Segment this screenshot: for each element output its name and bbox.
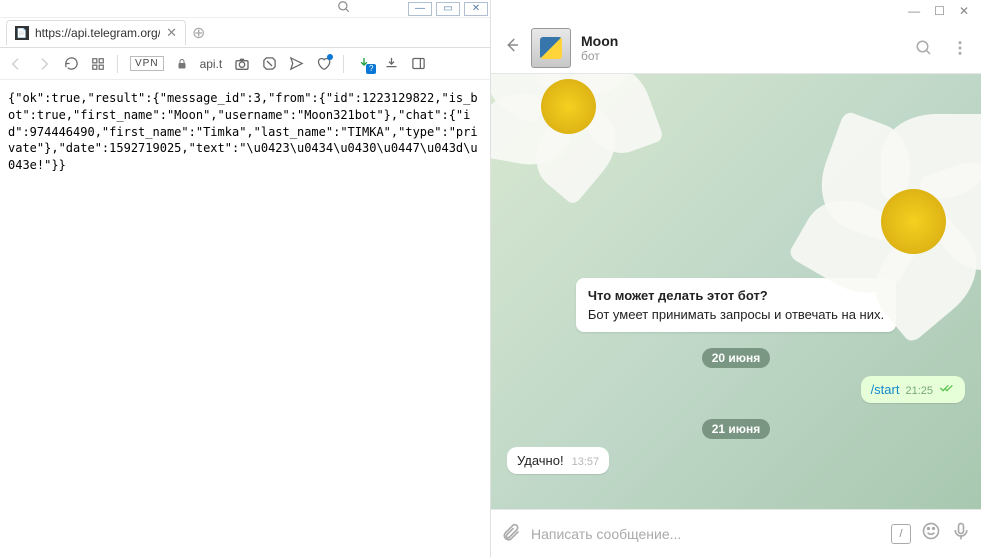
chat-header: Moon бот bbox=[491, 22, 981, 74]
json-response-body[interactable]: {"ok":true,"result":{"message_id":3,"fro… bbox=[0, 80, 490, 557]
address-text[interactable]: api.t bbox=[200, 57, 223, 71]
telegram-window-controls: — ☐ ✕ bbox=[491, 0, 981, 22]
attach-icon[interactable] bbox=[501, 521, 521, 546]
reload-button[interactable] bbox=[64, 56, 79, 71]
bot-card-body: Бот умеет принимать запросы и отвечать н… bbox=[588, 307, 884, 322]
emoji-icon[interactable] bbox=[921, 521, 941, 546]
chat-body[interactable]: Что может делать этот бот? Бот умеет при… bbox=[491, 74, 981, 509]
chat-input-bar: Написать сообщение... / bbox=[491, 509, 981, 557]
browser-tab-row: 📄 https://api.telegram.org/bo ✕ ⊕ bbox=[0, 18, 490, 48]
file-icon: 📄 bbox=[15, 26, 29, 40]
divider bbox=[117, 55, 118, 73]
sidebar-icon[interactable] bbox=[411, 56, 426, 71]
message-input[interactable]: Написать сообщение... bbox=[531, 526, 881, 542]
chat-subtitle: бот bbox=[581, 49, 897, 63]
search-icon[interactable] bbox=[337, 0, 351, 17]
message-incoming[interactable]: Удачно! 13:57 bbox=[507, 447, 609, 474]
browser-toolbar: VPN api.t ? bbox=[0, 48, 490, 80]
date-separator: 21 июня bbox=[702, 419, 771, 439]
read-ticks-icon bbox=[939, 382, 955, 397]
search-icon[interactable] bbox=[915, 39, 933, 57]
minimize-button[interactable]: — bbox=[908, 4, 920, 18]
camera-icon[interactable] bbox=[234, 56, 250, 72]
download-tray-icon[interactable] bbox=[384, 56, 399, 71]
back-button[interactable] bbox=[503, 36, 521, 60]
message-text: /start bbox=[871, 382, 900, 397]
send-icon[interactable] bbox=[289, 56, 304, 71]
browser-window-controls: — ▭ ✕ bbox=[0, 0, 490, 18]
new-tab-button[interactable]: ⊕ bbox=[192, 23, 205, 43]
microphone-icon[interactable] bbox=[951, 521, 971, 546]
close-icon[interactable]: ✕ bbox=[166, 25, 177, 41]
speed-dial-icon[interactable] bbox=[91, 57, 105, 71]
back-button[interactable] bbox=[8, 56, 24, 72]
downloads-icon[interactable]: ? bbox=[356, 56, 372, 72]
chat-name: Moon bbox=[581, 33, 897, 49]
message-text: Удачно! bbox=[517, 453, 564, 468]
close-button[interactable]: ✕ bbox=[464, 2, 488, 16]
maximize-button[interactable]: ▭ bbox=[436, 2, 460, 16]
browser-window: — ▭ ✕ 📄 https://api.telegram.org/bo ✕ ⊕ … bbox=[0, 0, 491, 557]
browser-tab[interactable]: 📄 https://api.telegram.org/bo ✕ bbox=[6, 20, 186, 45]
maximize-button[interactable]: ☐ bbox=[934, 4, 945, 18]
forward-button[interactable] bbox=[36, 56, 52, 72]
divider bbox=[343, 55, 344, 73]
heart-icon[interactable] bbox=[316, 56, 331, 71]
tab-title: https://api.telegram.org/bo bbox=[35, 26, 160, 40]
lock-icon[interactable] bbox=[176, 58, 188, 70]
close-button[interactable]: ✕ bbox=[959, 4, 969, 18]
chat-avatar[interactable] bbox=[531, 28, 571, 68]
vpn-button[interactable]: VPN bbox=[130, 56, 164, 71]
bot-info-card: Что может делать этот бот? Бот умеет при… bbox=[576, 278, 896, 332]
message-time: 13:57 bbox=[572, 456, 600, 468]
telegram-window: — ☐ ✕ Moon бот bbox=[491, 0, 981, 557]
chat-info[interactable]: Moon бот bbox=[581, 33, 897, 63]
message-time: 21:25 bbox=[905, 385, 933, 397]
date-separator: 20 июня bbox=[702, 348, 771, 368]
background-flower bbox=[491, 74, 681, 224]
message-outgoing[interactable]: /start 21:25 bbox=[861, 376, 965, 403]
more-icon[interactable] bbox=[951, 39, 969, 57]
bot-card-title: Что может делать этот бот? bbox=[588, 288, 884, 303]
commands-icon[interactable]: / bbox=[891, 524, 911, 544]
minimize-button[interactable]: — bbox=[408, 2, 432, 16]
block-icon[interactable] bbox=[262, 56, 277, 71]
